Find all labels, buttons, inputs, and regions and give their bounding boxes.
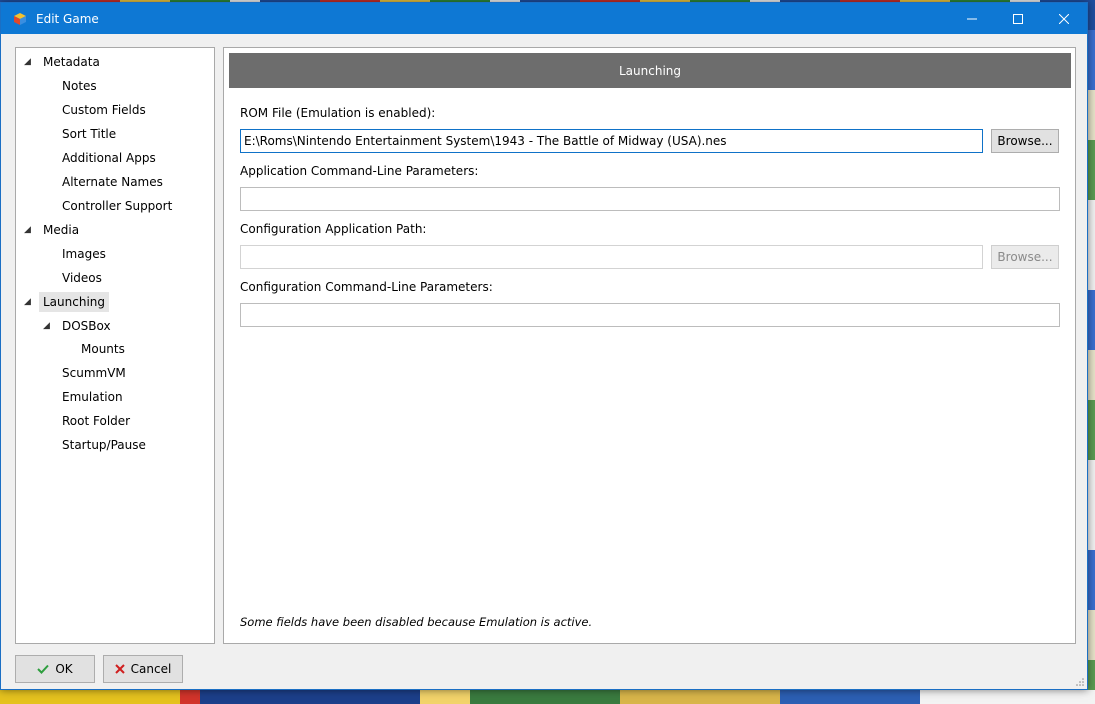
- section-header: Launching: [229, 53, 1071, 88]
- config-browse-button[interactable]: Browse...: [991, 245, 1059, 269]
- expand-arrow-icon[interactable]: ◢: [43, 316, 50, 336]
- tree-item-additional-apps[interactable]: Additional Apps: [62, 148, 156, 168]
- cancel-x-icon: [114, 664, 125, 674]
- expand-arrow-icon[interactable]: ◢: [24, 220, 31, 240]
- tree-item-metadata[interactable]: Metadata: [43, 52, 100, 72]
- tree-item-emulation[interactable]: Emulation: [62, 387, 123, 407]
- config-params-label: Configuration Command-Line Parameters:: [240, 280, 493, 294]
- emulation-note: Some fields have been disabled because E…: [240, 615, 593, 629]
- tree-item-mounts[interactable]: Mounts: [81, 339, 125, 359]
- checkmark-icon: [37, 664, 50, 674]
- tree-item-media[interactable]: Media: [43, 220, 79, 240]
- app-params-input[interactable]: [240, 187, 1060, 211]
- launching-panel: Launching ROM File (Emulation is enabled…: [223, 47, 1076, 644]
- rom-file-input[interactable]: E:\Roms\Nintendo Entertainment System\19…: [240, 129, 983, 153]
- maximize-button[interactable]: [995, 3, 1041, 34]
- desktop-background-right: [1088, 30, 1095, 690]
- expand-arrow-icon[interactable]: ◢: [24, 52, 31, 72]
- edit-game-dialog: Edit Game ◢ Metadata Notes Custom Fields…: [0, 2, 1088, 690]
- tree-item-launching[interactable]: Launching: [39, 292, 110, 312]
- minimize-icon: [967, 18, 977, 19]
- tree-item-controller-support[interactable]: Controller Support: [62, 196, 172, 216]
- tree-item-root-folder[interactable]: Root Folder: [62, 411, 130, 431]
- ok-button[interactable]: OK: [15, 655, 95, 683]
- tree-item-videos[interactable]: Videos: [62, 268, 102, 288]
- launchbox-app-icon: [12, 11, 28, 27]
- close-icon: [1059, 13, 1069, 24]
- tree-item-notes[interactable]: Notes: [62, 76, 97, 96]
- expand-arrow-icon[interactable]: ◢: [24, 292, 31, 312]
- tree-item-images[interactable]: Images: [62, 244, 106, 264]
- app-params-label: Application Command-Line Parameters:: [240, 164, 479, 178]
- cancel-button[interactable]: Cancel: [103, 655, 183, 683]
- config-params-input[interactable]: [240, 303, 1060, 327]
- navigation-tree: ◢ Metadata Notes Custom Fields Sort Titl…: [15, 47, 215, 644]
- resize-grip-icon[interactable]: [1075, 677, 1085, 687]
- rom-browse-button[interactable]: Browse...: [991, 129, 1059, 153]
- tree-item-scummvm[interactable]: ScummVM: [62, 363, 126, 383]
- tree-item-sort-title[interactable]: Sort Title: [62, 124, 116, 144]
- ok-label: OK: [55, 662, 73, 676]
- tree-item-custom-fields[interactable]: Custom Fields: [62, 100, 146, 120]
- window-controls: [949, 3, 1087, 34]
- window-title: Edit Game: [36, 11, 99, 26]
- minimize-button[interactable]: [949, 3, 995, 34]
- config-path-label: Configuration Application Path:: [240, 222, 427, 236]
- config-path-input[interactable]: [240, 245, 983, 269]
- title-bar[interactable]: Edit Game: [1, 3, 1087, 34]
- tree-item-startup-pause[interactable]: Startup/Pause: [62, 435, 146, 455]
- close-button[interactable]: [1041, 3, 1087, 34]
- tree-item-dosbox[interactable]: DOSBox: [62, 316, 111, 336]
- cancel-label: Cancel: [130, 662, 172, 676]
- maximize-icon: [1013, 13, 1023, 24]
- desktop-background: [0, 690, 1095, 704]
- rom-file-label: ROM File (Emulation is enabled):: [240, 106, 436, 120]
- tree-item-alternate-names[interactable]: Alternate Names: [62, 172, 163, 192]
